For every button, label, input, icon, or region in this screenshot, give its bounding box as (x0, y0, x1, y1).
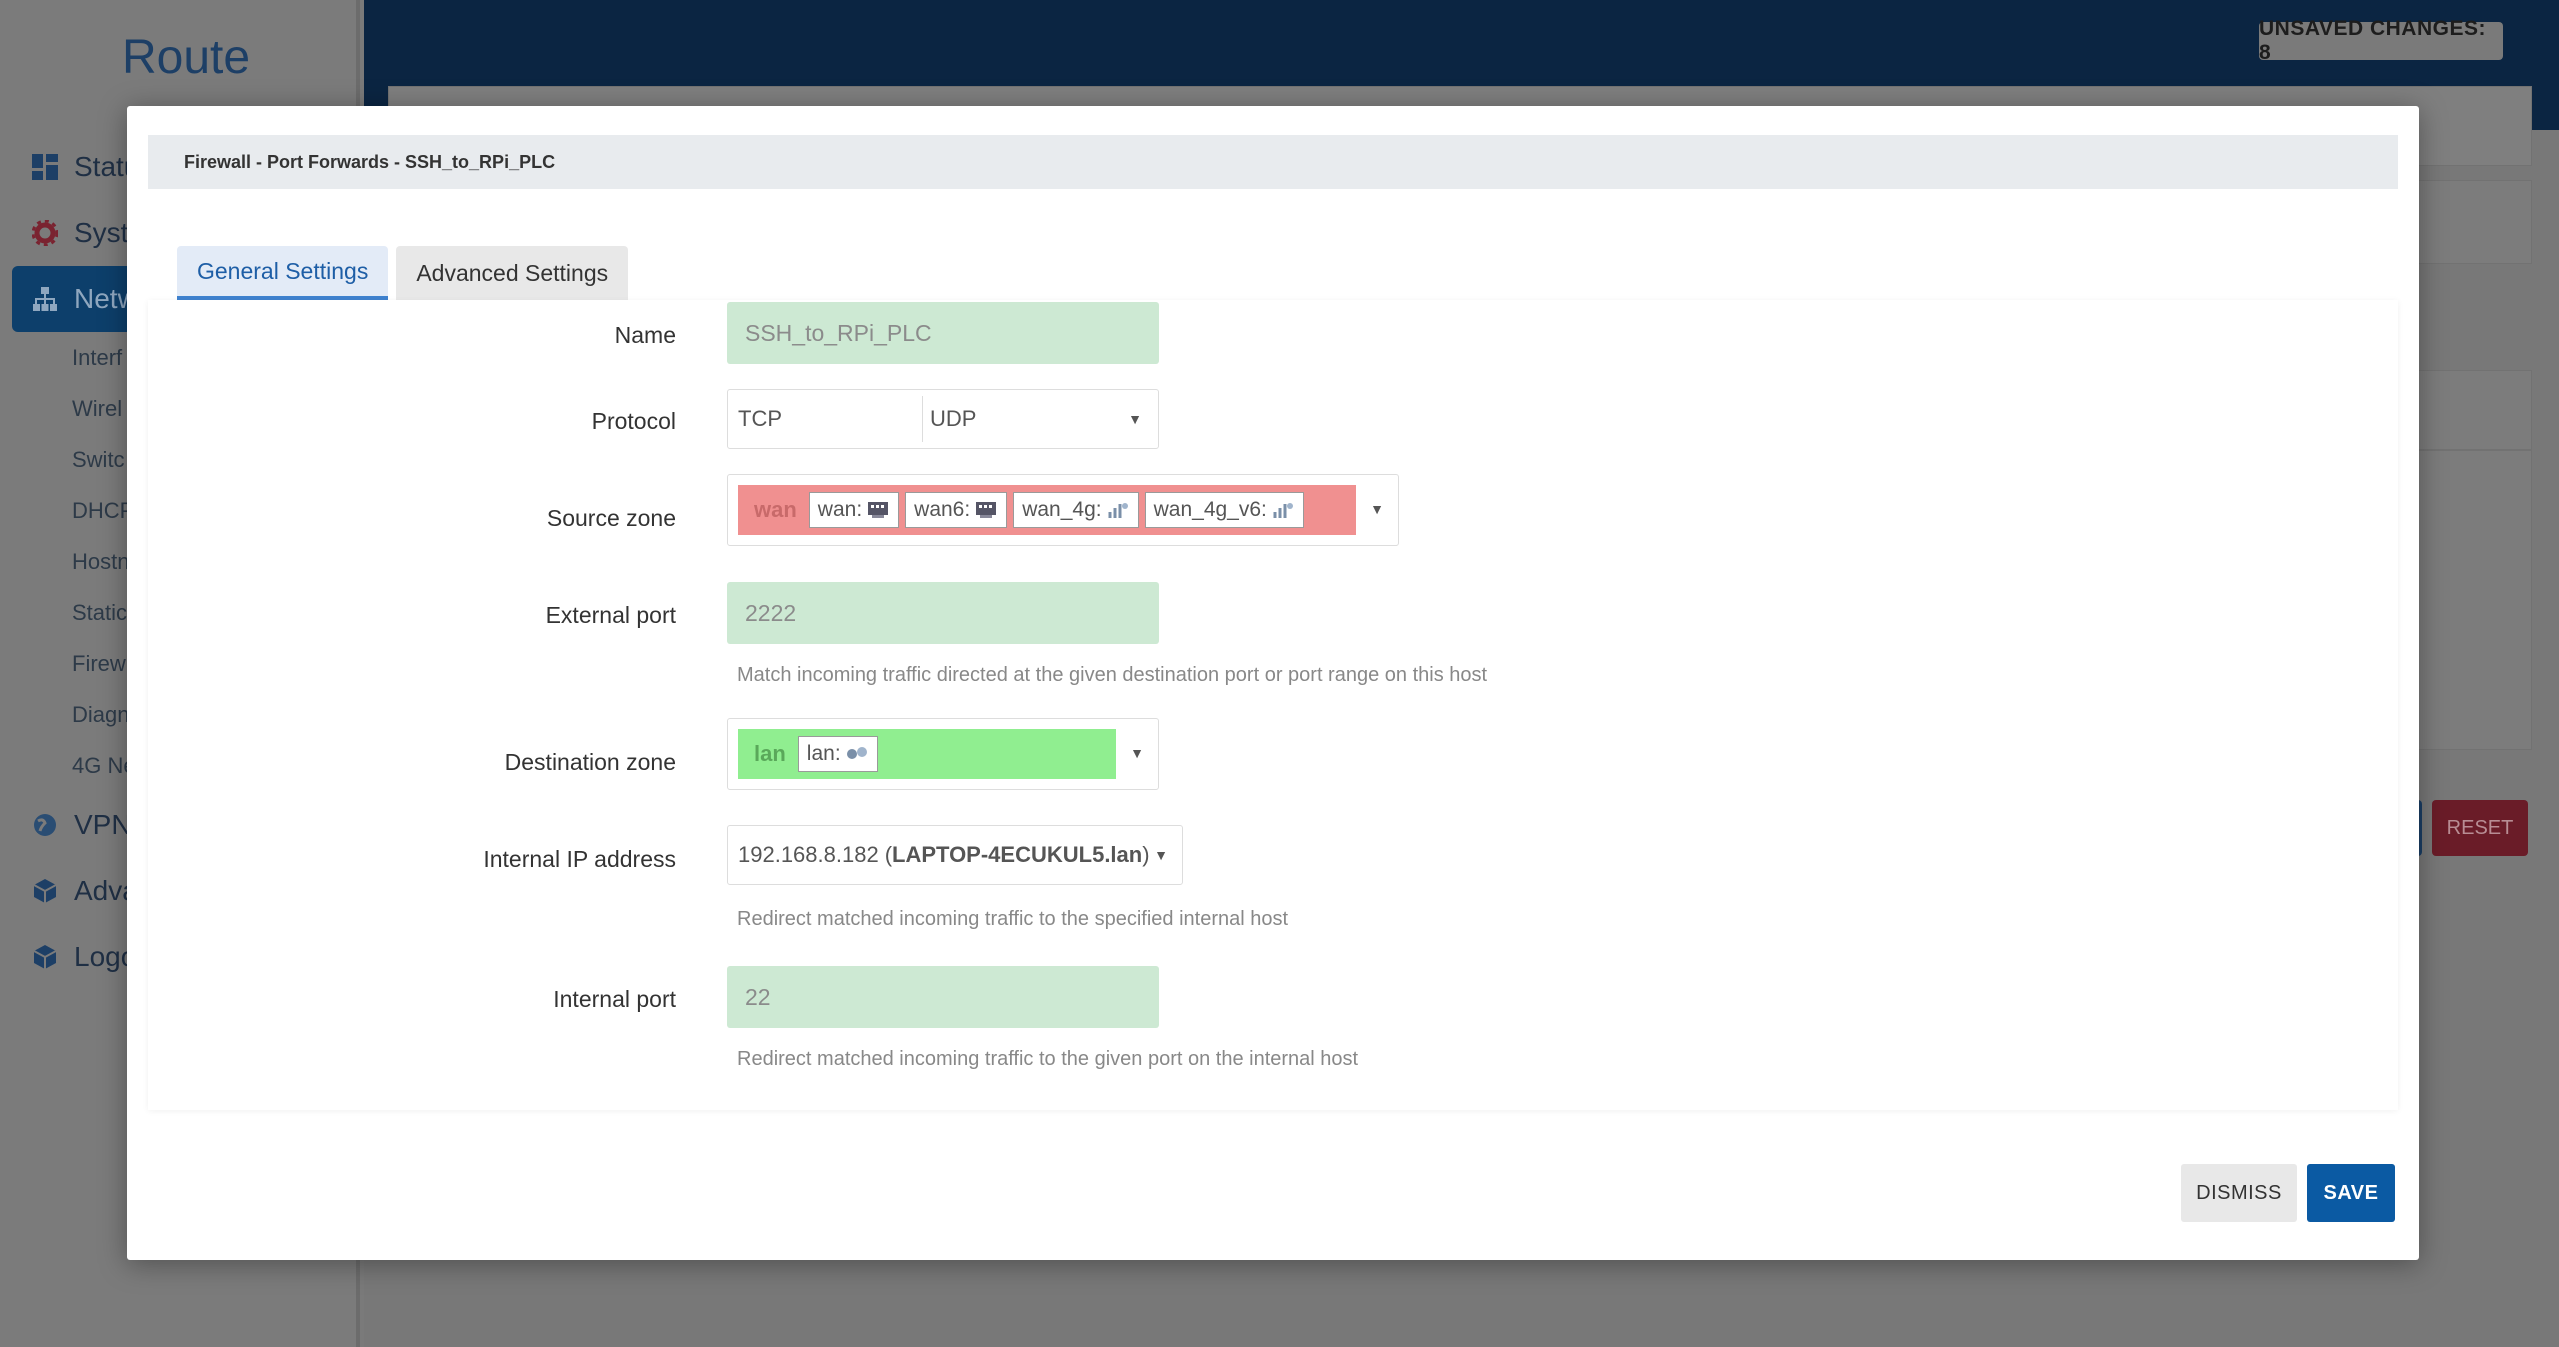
mobile-signal-icon (1108, 503, 1128, 518)
destination-zone-pill: lan lan: (738, 729, 1116, 779)
protocol-option-tcp: TCP (738, 406, 782, 431)
source-zone-label: Source zone (546, 505, 676, 531)
cube-icon (30, 878, 60, 904)
source-zone-pill: wan wan: wan6: wan_4g: wan_4g_v6: (738, 485, 1356, 535)
submenu-item[interactable]: Diagn (72, 702, 129, 728)
chevron-down-icon[interactable]: ▼ (1130, 745, 1144, 761)
gear-icon (30, 220, 60, 246)
zone-name-wan: wan (754, 497, 797, 522)
ethernet-icon (976, 502, 997, 518)
submenu-item[interactable]: Wirel (72, 396, 122, 422)
interface-tag-lan: lan: (797, 736, 878, 772)
submenu-item[interactable]: Firew (72, 651, 126, 677)
general-settings-form: Name SSH_to_RPi_PLC Protocol TCP UDP ▼ S… (148, 300, 2398, 1110)
internal-port-hint: Redirect matched incoming traffic to the… (737, 1048, 1359, 1070)
destination-zone-label: Destination zone (504, 749, 676, 775)
protocol-select[interactable]: TCP UDP ▼ (727, 389, 1159, 449)
external-port-input[interactable]: 2222 (727, 582, 1159, 644)
chevron-down-icon[interactable]: ▼ (1128, 411, 1142, 427)
tab-general-settings[interactable]: General Settings (177, 246, 389, 300)
cube-icon (30, 944, 60, 970)
internal-ip-value: 192.168.8.182 (738, 842, 879, 867)
destination-zone-select[interactable]: lan lan: ▼ (727, 718, 1159, 790)
name-label: Name (614, 322, 676, 348)
internal-port-input[interactable]: 22 (727, 966, 1159, 1028)
protocol-option-udp: UDP (930, 406, 977, 431)
bridge-icon (846, 747, 867, 759)
name-input[interactable]: SSH_to_RPi_PLC (727, 302, 1159, 364)
dismiss-button[interactable]: DISMISS (2181, 1164, 2297, 1222)
reset-button[interactable]: RESET (2432, 800, 2528, 856)
interface-tag-wan-4g: wan_4g: (1013, 492, 1139, 528)
internal-ip-select[interactable]: 192.168.8.182 ( LAPTOP-4ECUKUL5.lan ) ▼ (727, 825, 1183, 885)
internal-ip-label: Internal IP address (483, 846, 676, 872)
save-button[interactable]: SAVE (2307, 1164, 2395, 1222)
sidebar-item-label: VPN (74, 809, 132, 840)
source-zone-select[interactable]: wan wan: wan6: wan_4g: wan_4g_v6: ▼ (727, 474, 1399, 546)
port-forward-modal: Firewall - Port Forwards - SSH_to_RPi_PL… (127, 106, 2419, 1260)
interface-label: wan_4g_v6: (1153, 498, 1267, 521)
submenu-item[interactable]: Interf (72, 345, 122, 371)
interface-label: lan: (806, 742, 841, 765)
interface-label: wan_4g: (1022, 498, 1102, 521)
internal-ip-paren-close: ) (1142, 842, 1150, 867)
protocol-label: Protocol (591, 408, 676, 434)
divider (922, 396, 923, 442)
internal-ip-hostname: LAPTOP-4ECUKUL5.lan (892, 842, 1143, 867)
interface-label: wan: (817, 498, 863, 521)
dashboard-icon (30, 154, 60, 180)
modal-title: Firewall - Port Forwards - SSH_to_RPi_PL… (184, 151, 556, 172)
internal-ip-hint: Redirect matched incoming traffic to the… (737, 908, 1289, 930)
mobile-signal-icon (1273, 503, 1293, 518)
interface-tag-wan6: wan6: (905, 492, 1008, 528)
modal-header: Firewall - Port Forwards - SSH_to_RPi_PL… (148, 135, 2398, 189)
internal-port-label: Internal port (553, 986, 676, 1012)
external-port-label: External port (545, 602, 676, 628)
interface-label: wan6: (914, 498, 971, 521)
tab-advanced-settings[interactable]: Advanced Settings (396, 246, 629, 300)
zone-name-lan: lan (754, 741, 786, 766)
network-icon (30, 286, 60, 312)
internal-ip-paren-open: ( (884, 842, 893, 867)
globe-icon (30, 812, 60, 838)
brand-logo: Route (122, 31, 251, 84)
chevron-down-icon[interactable]: ▼ (1154, 847, 1168, 863)
external-port-hint: Match incoming traffic directed at the g… (737, 664, 1488, 686)
chevron-down-icon[interactable]: ▼ (1370, 501, 1384, 517)
tab-bar: General Settings Advanced Settings (177, 246, 629, 300)
submenu-item[interactable]: DHCP (72, 498, 134, 524)
ethernet-icon (868, 502, 889, 518)
submenu-item[interactable]: Hostn (72, 549, 129, 575)
submenu-item[interactable]: Switc (72, 447, 125, 473)
interface-tag-wan-4g-v6: wan_4g_v6: (1144, 492, 1304, 528)
unsaved-changes-badge[interactable]: UNSAVED CHANGES: 8 (2259, 17, 2503, 64)
submenu-item[interactable]: Static (72, 600, 127, 626)
interface-tag-wan: wan: (808, 492, 900, 528)
